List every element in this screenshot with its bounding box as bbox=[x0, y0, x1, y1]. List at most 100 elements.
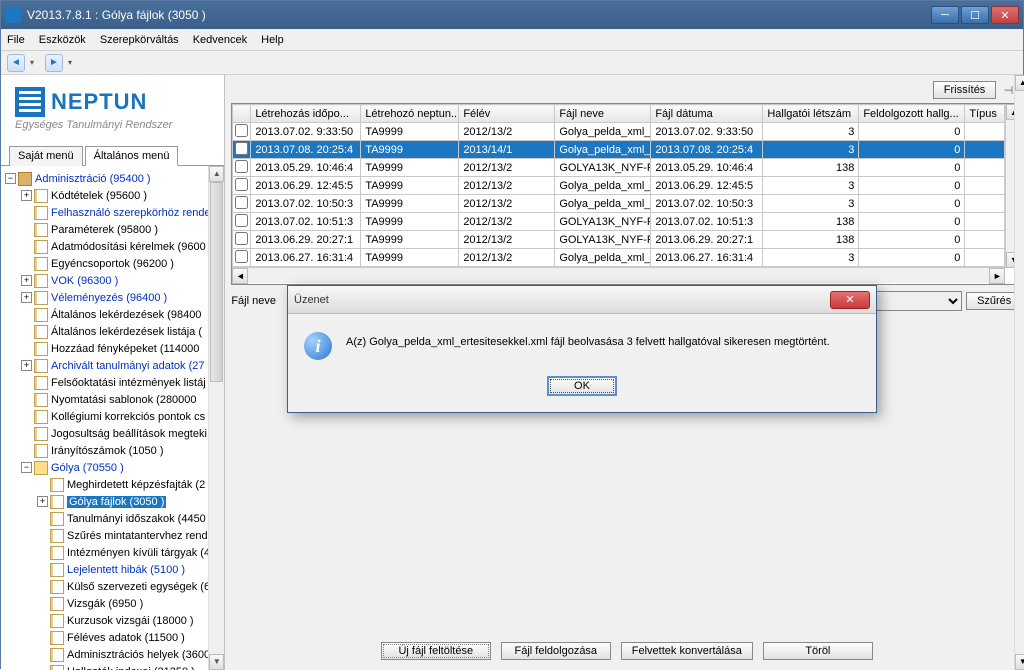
tab-own-menu[interactable]: Saját menü bbox=[9, 146, 83, 166]
tree-golya[interactable]: Gólya (70550 ) bbox=[51, 462, 124, 474]
tree-item[interactable]: Külső szervezeti egységek (685 bbox=[67, 581, 222, 593]
nav-back-dropdown[interactable]: ▾ bbox=[27, 54, 37, 72]
panel-scrollbar[interactable]: ▲ ▼ bbox=[1014, 75, 1024, 670]
tree-item[interactable]: Felhasználó szerepkörhöz rende bbox=[51, 207, 211, 219]
upload-button[interactable]: Új fájl feltöltése bbox=[381, 642, 491, 660]
tree-item[interactable]: Meghirdetett képzésfajták (2 bbox=[67, 479, 205, 491]
tree-item[interactable]: Kollégiumi korrekciós pontok cs bbox=[51, 411, 205, 423]
nav-forward-button[interactable]: ► bbox=[45, 54, 63, 72]
grid-header-row: Létrehozás időpo... Létrehozó neptun... … bbox=[233, 105, 1005, 123]
col-filedate[interactable]: Fájl dátuma bbox=[651, 105, 763, 123]
tree-item[interactable]: Általános lekérdezések (98400 bbox=[51, 309, 201, 321]
tree-item[interactable]: Gólya fájlok (3050 ) bbox=[67, 496, 166, 508]
tree-item[interactable]: Szűrés mintatantervhez rendelé bbox=[67, 530, 222, 542]
col-semester[interactable]: Félév bbox=[459, 105, 555, 123]
tree-item[interactable]: Adatmódosítási kérelmek (9600 bbox=[51, 241, 206, 253]
info-icon: i bbox=[304, 332, 332, 360]
row-checkbox[interactable] bbox=[235, 142, 248, 155]
table-row[interactable]: 2013.07.02. 9:33:50TA99992012/13/2Golya_… bbox=[233, 123, 1005, 141]
col-processed[interactable]: Feldolgozott hallg... bbox=[859, 105, 965, 123]
refresh-button[interactable]: Frissítés bbox=[933, 81, 997, 99]
scroll-down-icon[interactable]: ▼ bbox=[209, 654, 224, 670]
tree-item[interactable]: Paraméterek (95800 ) bbox=[51, 224, 158, 236]
tree-expander[interactable]: − bbox=[21, 462, 32, 473]
cell: 0 bbox=[859, 141, 965, 159]
table-row[interactable]: 2013.05.29. 10:46:4TA99992012/13/2GOLYA1… bbox=[233, 159, 1005, 177]
close-button[interactable]: ✕ bbox=[991, 6, 1019, 24]
col-type[interactable]: Típus bbox=[965, 105, 1005, 123]
tree-expander[interactable]: + bbox=[21, 275, 32, 286]
tree-root[interactable]: Adminisztráció (95400 ) bbox=[35, 173, 151, 185]
tree-item[interactable]: Irányítószámok (1050 ) bbox=[51, 445, 164, 457]
col-created[interactable]: Létrehozás időpo... bbox=[251, 105, 361, 123]
table-row[interactable]: 2013.07.02. 10:51:3TA99992012/13/2GOLYA1… bbox=[233, 213, 1005, 231]
tree-item[interactable]: Féléves adatok (11500 ) bbox=[67, 632, 185, 644]
page-icon bbox=[34, 410, 48, 424]
nav-back-button[interactable]: ◄ bbox=[7, 54, 25, 72]
tree-item[interactable]: Általános lekérdezések listája ( bbox=[51, 326, 202, 338]
scroll-up-icon[interactable]: ▲ bbox=[1015, 75, 1024, 91]
menu-tools[interactable]: Eszközök bbox=[39, 34, 86, 46]
row-checkbox[interactable] bbox=[235, 124, 248, 137]
row-checkbox[interactable] bbox=[235, 196, 248, 209]
convert-button[interactable]: Felvettek konvertálása bbox=[621, 642, 753, 660]
scroll-right-icon[interactable]: ► bbox=[989, 268, 1005, 284]
table-row[interactable]: 2013.07.08. 20:25:4TA99992013/14/1Golya_… bbox=[233, 141, 1005, 159]
tree-item[interactable]: Hallgatók indexei (21250 ) bbox=[67, 666, 195, 670]
tree-item[interactable]: Egyéncsoportok (96200 ) bbox=[51, 258, 174, 270]
process-button[interactable]: Fájl feldolgozása bbox=[501, 642, 611, 660]
cell: Golya_pelda_xml_er bbox=[555, 195, 651, 213]
table-row[interactable]: 2013.06.29. 20:27:1TA99992012/13/2GOLYA1… bbox=[233, 231, 1005, 249]
dialog-close-button[interactable]: ✕ bbox=[830, 291, 870, 309]
table-row[interactable]: 2013.06.29. 12:45:5TA99992012/13/2Golya_… bbox=[233, 177, 1005, 195]
tree-item[interactable]: Kódtételek (95600 ) bbox=[51, 190, 147, 202]
nav-forward-dropdown[interactable]: ▾ bbox=[65, 54, 75, 72]
row-checkbox[interactable] bbox=[235, 250, 248, 263]
menu-favorites[interactable]: Kedvencek bbox=[193, 34, 247, 46]
tree-item[interactable]: Tanulmányi időszakok (4450 ) bbox=[67, 513, 213, 525]
col-filename[interactable]: Fájl neve bbox=[555, 105, 651, 123]
tree-item[interactable]: Felsőoktatási intézmények listáj bbox=[51, 377, 206, 389]
tree-expander[interactable]: + bbox=[21, 360, 32, 371]
tree-item[interactable]: Lejelentett hibák (5100 ) bbox=[67, 564, 185, 576]
col-creator[interactable]: Létrehozó neptun... bbox=[361, 105, 459, 123]
minimize-button[interactable]: ─ bbox=[931, 6, 959, 24]
tree-expander[interactable]: + bbox=[21, 292, 32, 303]
col-studentcount[interactable]: Hallgatói létszám bbox=[763, 105, 859, 123]
tree-expander[interactable]: + bbox=[37, 496, 48, 507]
menu-file[interactable]: File bbox=[7, 34, 25, 46]
tree-item[interactable]: Jogosultság beállítások megteki bbox=[51, 428, 207, 440]
menu-roleswitch[interactable]: Szerepkörváltás bbox=[100, 34, 179, 46]
delete-button[interactable]: Töröl bbox=[763, 642, 873, 660]
nav-tree[interactable]: − Adminisztráció (95400 ) + Kódtételek (9… bbox=[1, 166, 224, 670]
table-row[interactable]: 2013.06.27. 16:31:4TA99992012/13/2Golya_… bbox=[233, 249, 1005, 267]
tree-item[interactable]: Véleményezés (96400 ) bbox=[51, 292, 167, 304]
row-checkbox[interactable] bbox=[235, 232, 248, 245]
scroll-up-icon[interactable]: ▲ bbox=[209, 166, 224, 182]
tree-item[interactable]: Hozzáad fényképeket (114000 bbox=[51, 343, 199, 355]
scroll-left-icon[interactable]: ◄ bbox=[232, 268, 248, 284]
tree-item[interactable]: Nyomtatási sablonok (280000 bbox=[51, 394, 197, 406]
menu-help[interactable]: Help bbox=[261, 34, 284, 46]
maximize-button[interactable]: ☐ bbox=[961, 6, 989, 24]
row-checkbox[interactable] bbox=[235, 160, 248, 173]
tree-item[interactable]: Intézményen kívüli tárgyak (495 bbox=[67, 547, 222, 559]
tree-item[interactable]: Archivált tanulmányi adatok (27 bbox=[51, 360, 204, 372]
scroll-thumb[interactable] bbox=[210, 182, 223, 382]
tree-item[interactable]: Kurzusok vizsgái (18000 ) bbox=[67, 615, 194, 627]
row-checkbox[interactable] bbox=[235, 178, 248, 191]
data-grid[interactable]: Létrehozás időpo... Létrehozó neptun... … bbox=[231, 103, 1022, 285]
cell: 138 bbox=[763, 231, 859, 249]
tree-item[interactable]: Adminisztrációs helyek (3600 ) bbox=[67, 649, 217, 661]
tree-item[interactable]: Vizsgák (6950 ) bbox=[67, 598, 143, 610]
table-row[interactable]: 2013.07.02. 10:50:3TA99992012/13/2Golya_… bbox=[233, 195, 1005, 213]
row-checkbox[interactable] bbox=[235, 214, 248, 227]
tree-expander[interactable]: − bbox=[5, 173, 16, 184]
grid-hscroll[interactable]: ◄ ► bbox=[232, 267, 1005, 283]
tab-general-menu[interactable]: Általános menü bbox=[85, 146, 179, 166]
tree-scrollbar[interactable]: ▲ ▼ bbox=[208, 166, 224, 670]
scroll-down-icon[interactable]: ▼ bbox=[1015, 654, 1024, 670]
tree-item[interactable]: VOK (96300 ) bbox=[51, 275, 118, 287]
tree-expander[interactable]: + bbox=[21, 190, 32, 201]
dialog-ok-button[interactable]: OK bbox=[547, 376, 617, 396]
